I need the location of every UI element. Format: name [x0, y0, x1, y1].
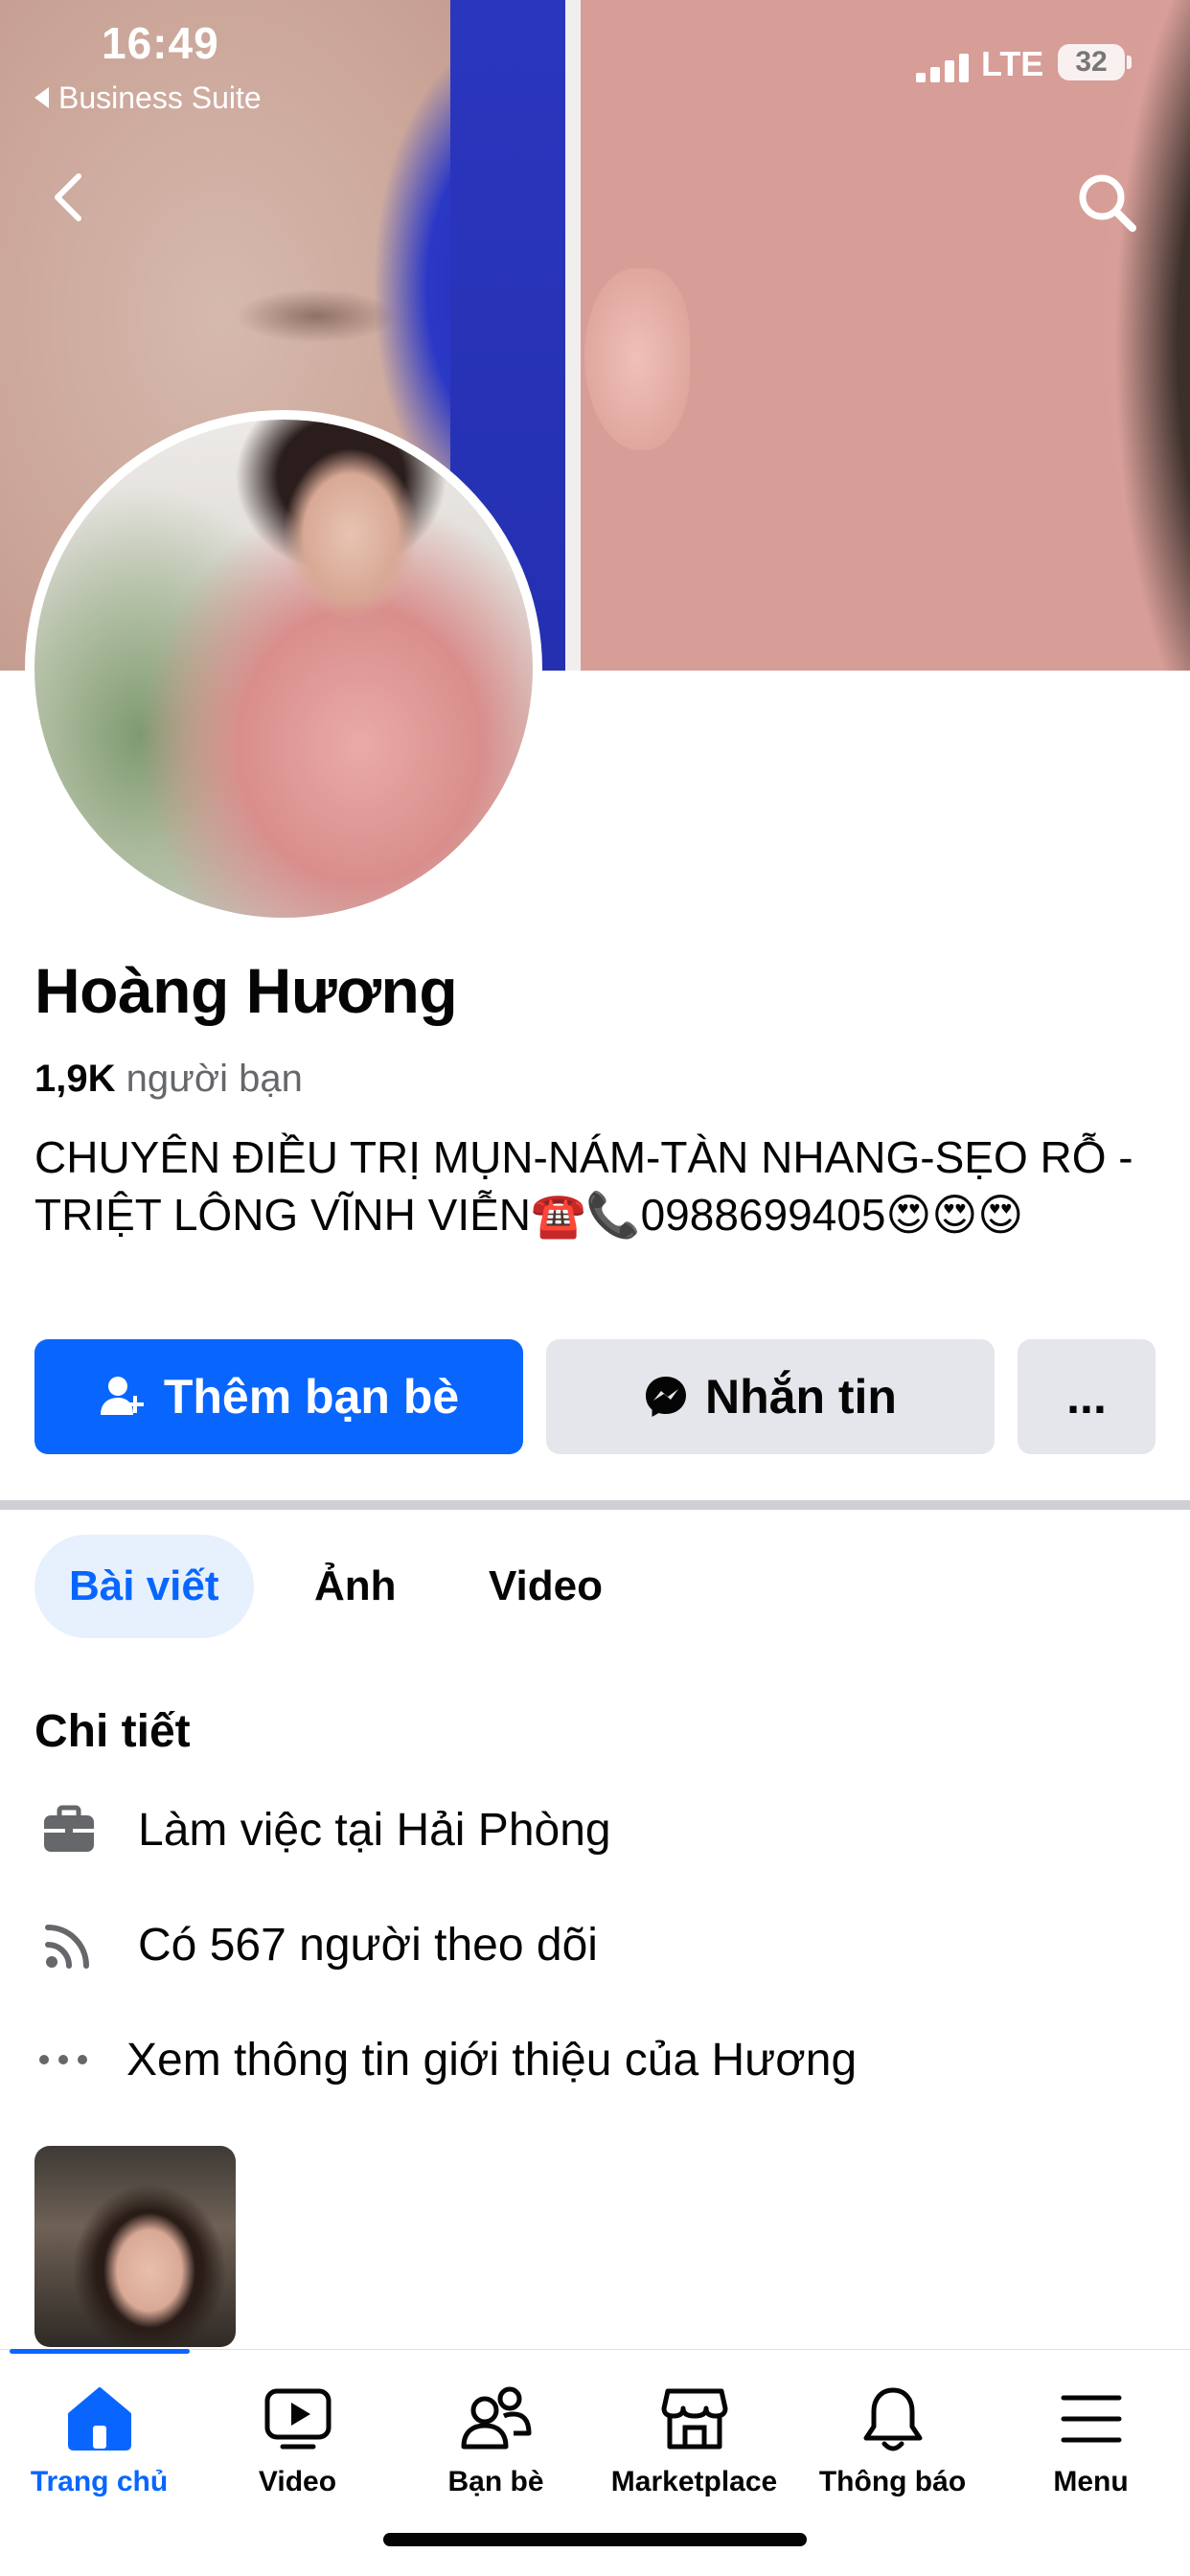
- nav-home[interactable]: Trang chủ: [0, 2376, 198, 2498]
- detail-followers-text: Có 567 người theo dõi: [138, 1919, 598, 1971]
- detail-workplace: Làm việc tại Hải Phòng: [34, 1791, 611, 1868]
- back-triangle-icon: [34, 87, 49, 108]
- avatar[interactable]: [34, 420, 533, 918]
- message-label: Nhắn tin: [705, 1370, 897, 1424]
- more-dots-icon: [34, 2025, 92, 2094]
- nav-menu-label: Menu: [1053, 2466, 1129, 2497]
- network-label: LTE: [981, 44, 1044, 83]
- video-icon: [198, 2376, 397, 2462]
- bell-icon: [793, 2376, 992, 2462]
- nav-notifications[interactable]: Thông báo: [793, 2376, 992, 2498]
- active-tab-indicator: [10, 2349, 190, 2354]
- battery-icon: 32: [1058, 44, 1125, 80]
- profile-name: Hoàng Hương: [34, 955, 458, 1026]
- detail-workplace-text: Làm việc tại Hải Phòng: [138, 1804, 611, 1856]
- friends-count-value: 1,9K: [34, 1058, 116, 1100]
- message-button[interactable]: Nhắn tin: [546, 1339, 995, 1454]
- nav-menu[interactable]: Menu: [992, 2376, 1190, 2498]
- detail-followers[interactable]: Có 567 người theo dõi: [34, 1906, 598, 1983]
- nav-video-label: Video: [258, 2466, 337, 2497]
- home-icon: [0, 2376, 198, 2462]
- rss-followers-icon: [34, 1910, 103, 1979]
- briefcase-icon: [34, 1795, 103, 1864]
- nav-video[interactable]: Video: [198, 2376, 397, 2498]
- profile-bio: CHUYÊN ĐIỀU TRỊ MỤN-NÁM-TÀN NHANG-SẸO RỖ…: [34, 1132, 1133, 1240]
- tab-posts[interactable]: Bài viết: [34, 1535, 254, 1638]
- tab-video[interactable]: Video: [454, 1535, 637, 1638]
- detail-see-about[interactable]: Xem thông tin giới thiệu của Hương: [34, 2021, 857, 2098]
- add-friend-icon: [100, 1377, 144, 1415]
- nav-friends[interactable]: Bạn bè: [397, 2376, 595, 2498]
- add-friend-button[interactable]: Thêm bạn bè: [34, 1339, 523, 1454]
- more-label: ...: [1066, 1370, 1107, 1424]
- back-to-app-link[interactable]: Business Suite: [34, 80, 262, 116]
- search-icon[interactable]: [1073, 169, 1140, 236]
- featured-photo-thumbnail[interactable]: [34, 2146, 236, 2347]
- back-app-label: Business Suite: [58, 80, 262, 115]
- signal-icon: [916, 54, 970, 82]
- add-friend-label: Thêm bạn bè: [163, 1370, 460, 1424]
- friends-icon: [397, 2376, 595, 2462]
- status-time: 16:49: [102, 18, 219, 68]
- cover-ear-shape: [584, 268, 690, 450]
- cover-divider: [565, 0, 581, 671]
- battery-nub: [1127, 56, 1132, 69]
- friends-count-label: người bạn: [126, 1058, 303, 1100]
- nav-marketplace-label: Marketplace: [610, 2466, 778, 2497]
- chevron-left-icon[interactable]: [46, 169, 88, 226]
- nav-home-label: Trang chủ: [30, 2466, 169, 2497]
- nav-marketplace[interactable]: Marketplace: [595, 2376, 793, 2498]
- details-title: Chi tiết: [34, 1706, 191, 1757]
- nav-friends-label: Bạn bè: [447, 2466, 544, 2497]
- messenger-icon: [646, 1377, 686, 1417]
- tab-photos[interactable]: Ảnh: [280, 1535, 431, 1638]
- more-button[interactable]: ...: [1018, 1339, 1156, 1454]
- detail-see-about-text: Xem thông tin giới thiệu của Hương: [126, 2034, 858, 2086]
- menu-icon: [992, 2376, 1190, 2462]
- section-divider: [0, 1500, 1190, 1510]
- nav-notifications-label: Thông báo: [818, 2466, 967, 2497]
- friends-count[interactable]: 1,9K người bạn: [34, 1058, 303, 1101]
- marketplace-icon: [595, 2376, 793, 2462]
- home-indicator: [383, 2533, 807, 2546]
